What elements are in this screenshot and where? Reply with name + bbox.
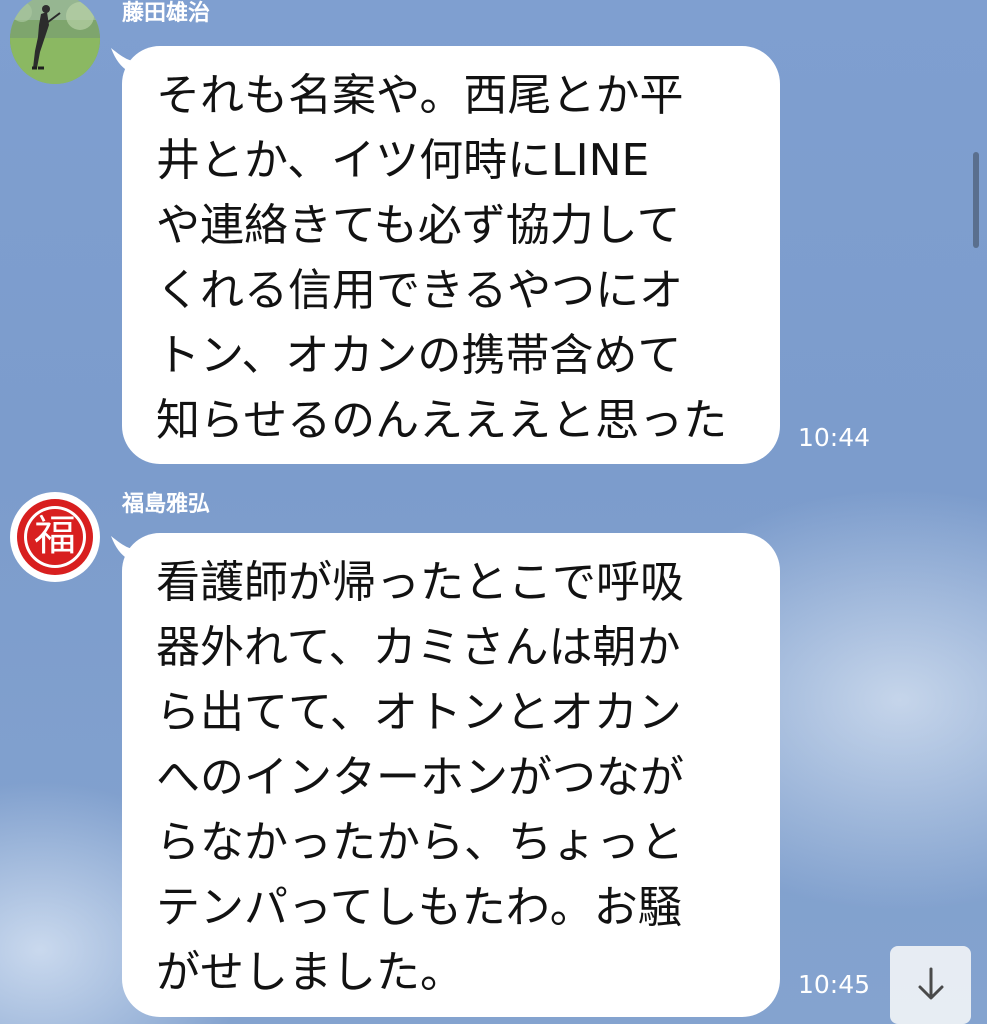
avatar-label: 福 [34,511,76,560]
message-text: それも名案や。西尾とか平 井とか、イツ何時にLINE や連絡きても必ず協力して … [156,70,728,446]
sender-name: 藤田雄治 [122,1,211,26]
arrow-down-icon [918,967,943,1000]
message-bubble[interactable]: 看護師が帰ったとこで呼吸 器外れて、カミさんは朝か ら出てて、オトンとオカン へ… [122,533,780,1017]
sender-name: 福島雅弘 [122,492,211,517]
chat-screen: 藤田雄治 それも名案や。西尾とか平 井とか、イツ何時にLINE や連絡きても必ず… [0,0,987,1024]
chat-message: 福 福島雅弘 看護師が帰ったとこで呼吸 器外れて、カミさんは朝か ら出てて、オト… [0,488,987,1024]
message-time: 10:44 [798,423,871,452]
fuku-emblem-avatar: 福 [17,499,93,575]
message-text: 看護師が帰ったとこで呼吸 器外れて、カミさんは朝か ら出てて、オトンとオカン へ… [156,557,684,998]
chat-message: 藤田雄治 それも名案や。西尾とか平 井とか、イツ何時にLINE や連絡きても必ず… [0,0,987,470]
sender-avatar[interactable] [10,0,100,84]
scroll-to-bottom-button[interactable] [890,946,971,1024]
golfer-photo-avatar [10,0,100,84]
sender-avatar[interactable]: 福 [10,492,100,582]
message-bubble[interactable]: それも名案や。西尾とか平 井とか、イツ何時にLINE や連絡きても必ず協力して … [122,46,780,464]
message-time: 10:45 [798,970,871,999]
